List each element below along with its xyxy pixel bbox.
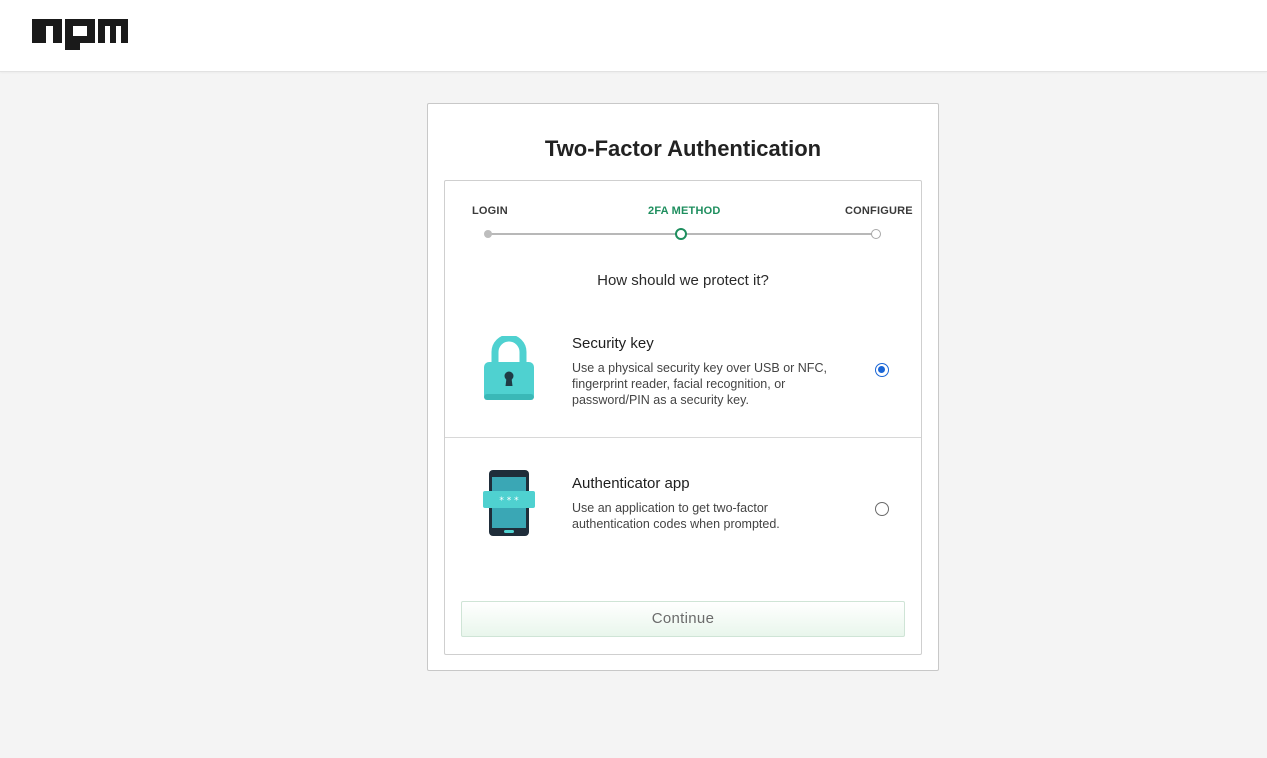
option-security-key[interactable]: Security key Use a physical security key… <box>445 311 921 438</box>
phone-icon: * * * <box>483 470 535 536</box>
option-title: Security key <box>572 335 654 352</box>
authenticator-app-radio[interactable] <box>875 502 889 516</box>
progress-line <box>488 233 681 235</box>
top-bar <box>0 0 1267 72</box>
step-login-label: LOGIN <box>472 205 508 217</box>
method-question: How should we protect it? <box>597 272 769 289</box>
npm-logo[interactable] <box>32 19 128 50</box>
page-title: Two-Factor Authentication <box>544 136 822 161</box>
option-authenticator-app[interactable]: * * * Authenticator app Use an applicati… <box>445 439 921 569</box>
svg-text:* * *: * * * <box>499 496 519 506</box>
option-title: Authenticator app <box>572 475 690 492</box>
step-2fa-method-label: 2FA METHOD <box>648 205 721 217</box>
padlock-icon <box>484 336 534 400</box>
continue-button[interactable]: Continue <box>461 601 905 637</box>
option-description: Use an application to get two-factor aut… <box>572 501 780 531</box>
step-2fa-method-dot <box>675 228 687 240</box>
security-key-radio[interactable] <box>875 363 889 377</box>
step-configure-label: CONFIGURE <box>845 205 913 217</box>
step-login-dot <box>484 230 492 238</box>
method-panel: LOGIN 2FA METHOD CONFIGURE How should we… <box>444 180 922 655</box>
progress-line <box>681 233 876 235</box>
two-factor-card: Two-Factor Authentication LOGIN 2FA METH… <box>427 103 939 671</box>
option-description: Use a physical security key over USB or … <box>572 361 827 407</box>
step-configure-dot <box>871 229 881 239</box>
